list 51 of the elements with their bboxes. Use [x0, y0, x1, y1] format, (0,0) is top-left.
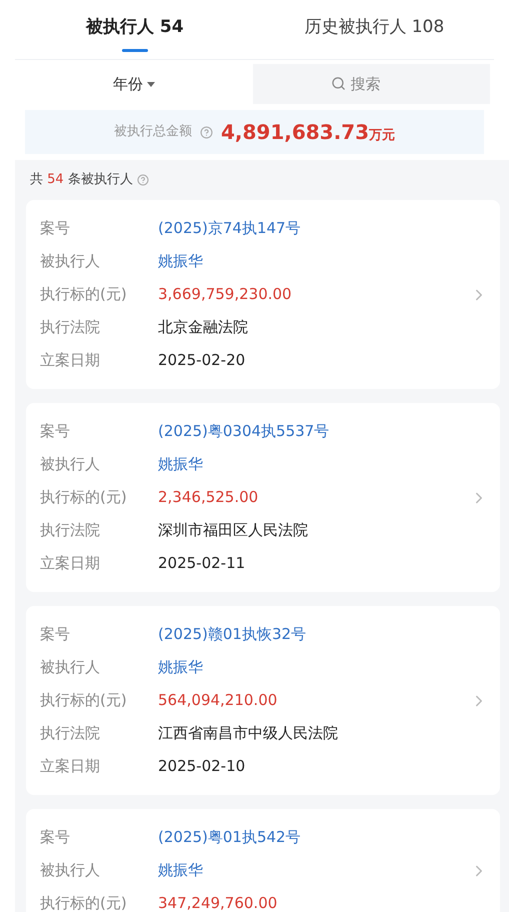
summary-amount: 4,891,683.73万元	[220, 119, 396, 146]
year-dropdown[interactable]: 年份	[15, 72, 252, 96]
field-label: 执行法院	[40, 317, 101, 338]
field-value: 3,669,759,230.00	[158, 284, 292, 306]
field-label: 被执行人	[40, 454, 101, 476]
help-icon	[200, 126, 213, 138]
case-card[interactable]: 案号 (2025)粤01执542号 被执行人 姚振华 执行标的(元) 347,249,760.00	[26, 809, 500, 912]
field-label: 执行标的(元)	[40, 893, 128, 912]
search-field[interactable]: 搜索	[252, 64, 490, 104]
field-value: 564,094,210.00	[158, 690, 278, 712]
summary-label: 被执行总金额	[114, 123, 192, 142]
field-value[interactable]: 姚振华	[158, 453, 203, 476]
field-label: 立案日期	[40, 350, 101, 372]
caret-down-icon	[146, 82, 155, 86]
field-value[interactable]: 姚振华	[158, 250, 203, 273]
field-value: 347,249,760.00	[158, 893, 278, 912]
field-value[interactable]: (2025)粤0304执5537号	[158, 420, 330, 443]
field-label: 执行法院	[40, 723, 101, 744]
field-value: 2,346,525.00	[158, 487, 258, 508]
tab[interactable]: 历史被执行人 108	[254, 0, 494, 59]
field-label: 立案日期	[40, 756, 101, 778]
help-icon	[136, 174, 149, 186]
field-value: 北京金融法院	[158, 317, 248, 338]
field-label: 执行标的(元)	[40, 690, 128, 712]
field-value: 2025-02-11	[158, 553, 246, 574]
field-value: 江西省南昌市中级人民法院	[158, 723, 338, 744]
field-value: 深圳市福田区人民法院	[158, 520, 308, 542]
field-value: 2025-02-10	[158, 756, 246, 778]
field-value[interactable]: (2025)粤01执542号	[158, 826, 301, 849]
field-label: 执行标的(元)	[40, 487, 128, 508]
case-card[interactable]: 案号 (2025)赣01执恢32号 被执行人 姚振华 执行标的(元) 564,094,210.00 执行法院 江西省南昌市中级人民法院 立案日期 2025-02-10	[26, 606, 500, 795]
field-value[interactable]: (2025)京74执147号	[158, 217, 301, 240]
tab[interactable]: 被执行人 54	[15, 0, 254, 59]
field-label: 案号	[40, 827, 71, 848]
field-label: 被执行人	[40, 860, 101, 882]
field-value[interactable]: 姚振华	[158, 656, 203, 679]
field-label: 案号	[40, 218, 71, 240]
field-value[interactable]: (2025)赣01执恢32号	[158, 623, 306, 646]
field-label: 案号	[40, 421, 71, 442]
field-label: 立案日期	[40, 553, 101, 574]
field-label: 被执行人	[40, 657, 101, 678]
count-text: 共 54 条被执行人	[30, 171, 133, 190]
field-value: 2025-02-20	[158, 350, 246, 372]
field-label: 执行标的(元)	[40, 284, 128, 306]
field-label: 执行法院	[40, 520, 101, 542]
field-value[interactable]: 姚振华	[158, 859, 203, 882]
case-card[interactable]: 案号 (2025)粤0304执5537号 被执行人 姚振华 执行标的(元) 2,346,525.00 执行法院 深圳市福田区人民法院 立案日期 2025-02-11	[26, 403, 500, 592]
case-card[interactable]: 案号 (2025)京74执147号 被执行人 姚振华 执行标的(元) 3,669,759,230.00 执行法院 北京金融法院 立案日期 2025-02-20	[26, 200, 500, 389]
search-icon	[330, 76, 346, 91]
field-label: 被执行人	[40, 251, 101, 272]
field-label: 案号	[40, 624, 71, 646]
